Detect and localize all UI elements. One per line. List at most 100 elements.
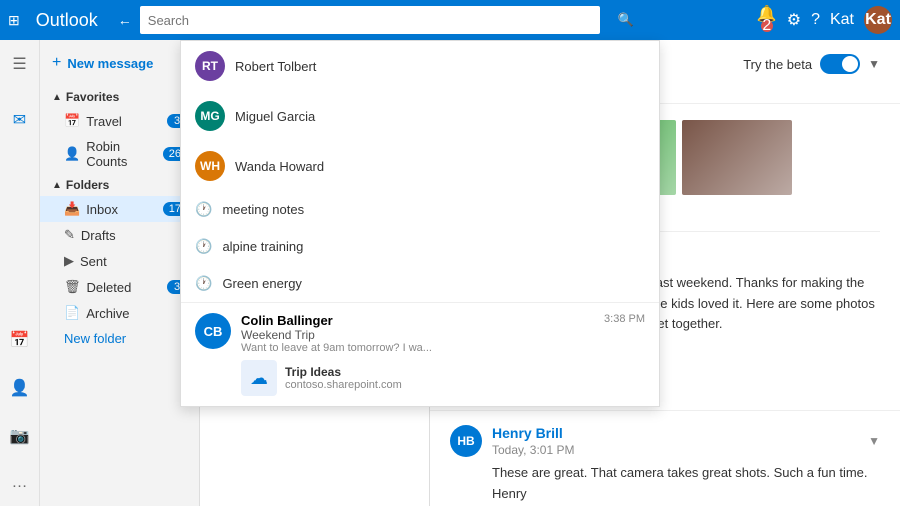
nav-bottom: 📅 👤 📷 …	[4, 324, 36, 506]
reply-section: HB Henry Brill Today, 3:01 PM ▼ These ar…	[430, 410, 900, 506]
chevron-down-icon[interactable]: ▼	[868, 57, 880, 71]
chevron-icon: ▲	[52, 92, 62, 103]
person-name-wanda: Wanda Howard	[235, 159, 324, 174]
photo-nav-icon[interactable]: 📷	[4, 420, 36, 452]
history-icon-3: 🕐	[195, 275, 212, 292]
sidebar-item-sent[interactable]: ▶ Sent	[40, 248, 199, 274]
person-avatar-wh: WH	[195, 151, 225, 181]
chevron-icon-2: ▲	[52, 180, 62, 191]
suitcase-icon: 📅	[64, 113, 80, 129]
reply-sender-info: Henry Brill Today, 3:01 PM	[492, 425, 575, 457]
inbox-icon: 📥	[64, 201, 80, 217]
person-icon: 👤	[64, 146, 80, 162]
new-message-label: New message	[67, 56, 153, 71]
app-title: Outlook	[36, 10, 98, 31]
mail-nav-icon[interactable]: ✉	[7, 104, 32, 136]
favorites-label: Favorites	[66, 90, 119, 104]
reply-header: HB Henry Brill Today, 3:01 PM ▼	[450, 425, 880, 457]
search-msg-header: Colin Ballinger 3:38 PM	[241, 313, 645, 328]
search-input[interactable]	[148, 13, 592, 28]
history-label-green: Green energy	[222, 276, 302, 291]
search-msg-subject: Weekend Trip	[241, 328, 645, 342]
inbox-label: Inbox	[86, 202, 157, 217]
attachment-info: Trip Ideas contoso.sharepoint.com	[285, 365, 402, 391]
favorites-header[interactable]: ▲ Favorites	[40, 86, 199, 108]
reply-text: These are great. That camera takes great…	[450, 463, 880, 505]
archive-label: Archive	[86, 306, 187, 321]
notifications-icon[interactable]: 🔔 2	[757, 4, 777, 36]
robin-label: Robin Counts	[86, 139, 157, 169]
new-message-button[interactable]: + New message	[40, 48, 199, 78]
sidebar: + New message ▲ Favorites 📅 Travel 3 👤 R…	[40, 40, 200, 506]
person-avatar-rt: RT	[195, 51, 225, 81]
back-icon[interactable]: ←	[118, 12, 132, 28]
new-folder-link[interactable]: New folder	[40, 326, 199, 351]
folders-header[interactable]: ▲ Folders	[40, 174, 199, 196]
sidebar-item-archive[interactable]: 📄 Archive	[40, 300, 199, 326]
person-avatar-mg: MG	[195, 101, 225, 131]
search-dropdown: RT Robert Tolbert MG Miguel Garcia WH Wa…	[180, 40, 660, 407]
archive-icon: 📄	[64, 305, 80, 321]
attachment-name: Trip Ideas	[285, 365, 402, 379]
search-bar[interactable]	[140, 6, 600, 34]
try-beta-section: Try the beta ▼	[743, 54, 880, 74]
reply-chevron-icon[interactable]: ▼	[868, 434, 880, 448]
sent-icon: ▶	[64, 253, 74, 269]
cloud-icon: ☁	[241, 360, 277, 396]
search-msg-time: 3:38 PM	[604, 313, 645, 328]
search-history-meeting[interactable]: 🕐 meeting notes	[181, 191, 659, 228]
sidebar-item-inbox[interactable]: 📥 Inbox 17	[40, 196, 199, 222]
history-icon: 🕐	[195, 201, 212, 218]
grid-icon[interactable]: ⊞	[8, 12, 20, 29]
more-nav-icon[interactable]: …	[5, 468, 33, 498]
reply-avatar: HB	[450, 425, 482, 457]
search-person-miguel[interactable]: MG Miguel Garcia	[181, 91, 659, 141]
history-label-alpine: alpine training	[222, 239, 303, 254]
title-icons: 🔔 2 ⚙ ? Kat Kat	[757, 4, 892, 36]
avatar[interactable]: Kat	[864, 6, 892, 34]
sidebar-item-robin[interactable]: 👤 Robin Counts 26	[40, 134, 199, 174]
sidebar-item-deleted[interactable]: 🗑 Deleted 3	[40, 274, 199, 300]
reply-sign: Henry	[492, 484, 880, 505]
notification-badge: 2	[761, 20, 773, 32]
reply-body: These are great. That camera takes great…	[492, 463, 880, 484]
travel-label: Travel	[86, 114, 161, 129]
search-person-wanda[interactable]: WH Wanda Howard	[181, 141, 659, 191]
reply-sender-row: HB Henry Brill Today, 3:01 PM	[450, 425, 575, 457]
search-msg-avatar: CB	[195, 313, 231, 349]
drafts-icon: ✎	[64, 227, 75, 243]
search-person-robert[interactable]: RT Robert Tolbert	[181, 41, 659, 91]
sent-label: Sent	[80, 254, 187, 269]
person-name-robert: Robert Tolbert	[235, 59, 316, 74]
person-name-miguel: Miguel Garcia	[235, 109, 315, 124]
search-msg-sender: Colin Ballinger	[241, 313, 333, 328]
history-label-meeting: meeting notes	[222, 202, 304, 217]
photo-3	[682, 120, 792, 195]
try-beta-label: Try the beta	[743, 57, 812, 72]
drafts-label: Drafts	[81, 228, 187, 243]
title-bar: ⊞ Outlook ← 🔍 🔔 2 ⚙ ? Kat Kat	[0, 0, 900, 40]
search-message-colin[interactable]: CB Colin Ballinger 3:38 PM Weekend Trip …	[181, 302, 659, 406]
search-msg-content: Colin Ballinger 3:38 PM Weekend Trip Wan…	[241, 313, 645, 396]
settings-icon[interactable]: ⚙	[787, 10, 801, 30]
attachment-row: ☁ Trip Ideas contoso.sharepoint.com	[241, 360, 645, 396]
beta-toggle[interactable]	[820, 54, 860, 74]
sidebar-item-drafts[interactable]: ✎ Drafts	[40, 222, 199, 248]
attachment-url: contoso.sharepoint.com	[285, 379, 402, 391]
sidebar-item-travel[interactable]: 📅 Travel 3	[40, 108, 199, 134]
plus-icon: +	[52, 54, 61, 72]
people-nav-icon[interactable]: 👤	[4, 372, 36, 404]
search-history-green[interactable]: 🕐 Green energy	[181, 265, 659, 302]
reply-time: Today, 3:01 PM	[492, 443, 575, 457]
search-history-alpine[interactable]: 🕐 alpine training	[181, 228, 659, 265]
trash-icon: 🗑	[64, 279, 81, 295]
user-label[interactable]: Kat	[830, 11, 854, 29]
nav-rail: ☰ ✉ 📅 👤 📷 …	[0, 40, 40, 506]
folders-label: Folders	[66, 178, 109, 192]
deleted-label: Deleted	[87, 280, 161, 295]
hamburger-icon[interactable]: ☰	[6, 48, 32, 80]
search-button[interactable]: 🔍	[608, 6, 644, 34]
calendar-nav-icon[interactable]: 📅	[4, 324, 36, 356]
reply-sender-name[interactable]: Henry Brill	[492, 425, 563, 441]
help-icon[interactable]: ?	[811, 11, 820, 29]
